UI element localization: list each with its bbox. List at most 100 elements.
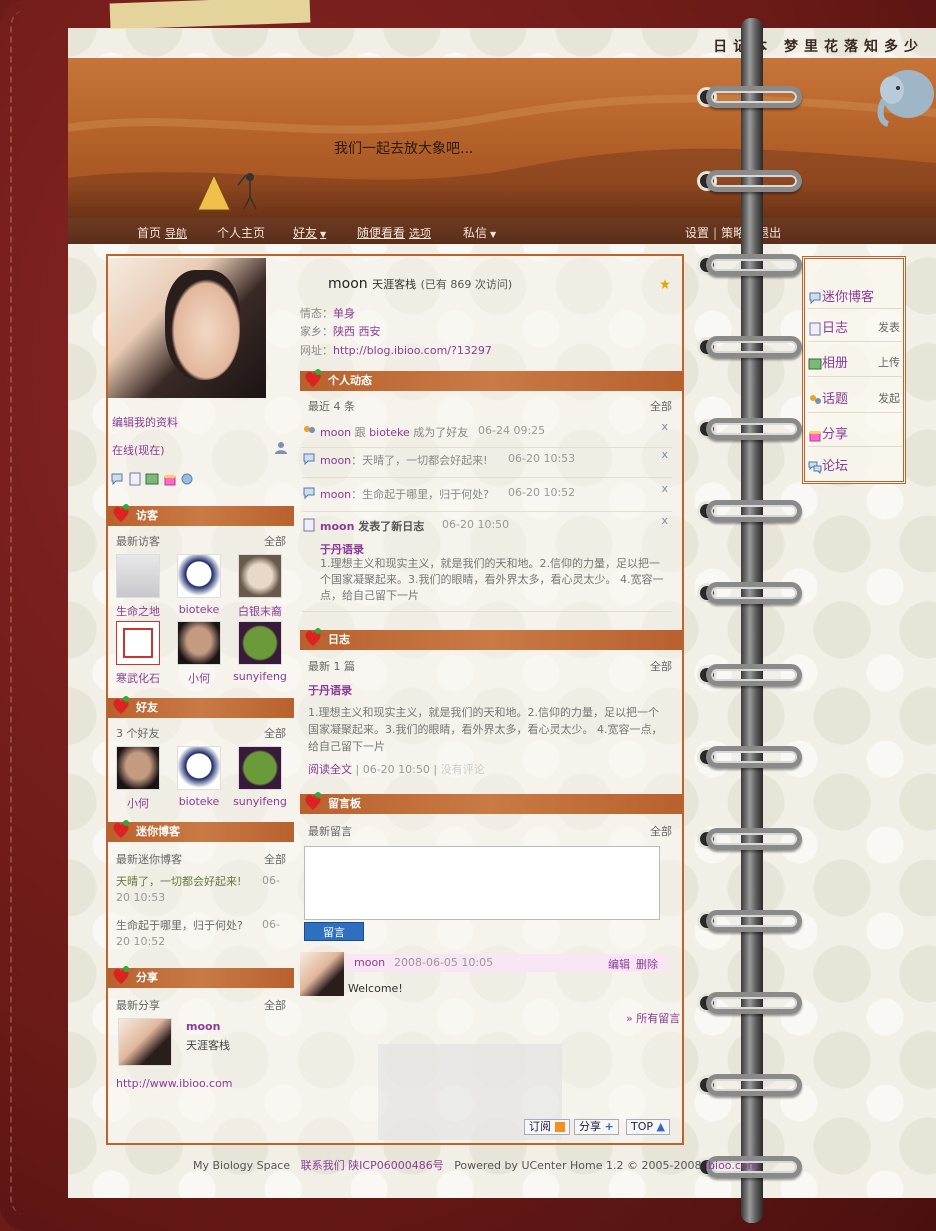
binder-ring [706,582,802,604]
nav-home[interactable]: 首页 导航 [137,224,187,241]
sidebar-item-diary[interactable]: 日志 [808,317,848,336]
close-icon[interactable]: x [661,448,668,461]
share-link[interactable]: http://www.ibioo.com [116,1077,233,1090]
visitor-name[interactable]: 寒武化石 [108,670,168,686]
sidebar-item-forum[interactable]: 论坛 [808,455,848,474]
visitor-name[interactable]: 白银末裔 [230,603,290,619]
footer-icp-link[interactable]: 陕ICP06000486号 [348,1159,444,1172]
close-icon[interactable]: x [661,420,668,433]
comment-icon[interactable] [110,472,124,486]
nav-browse-sub[interactable]: 选项 [409,227,431,240]
visitor-avatar[interactable] [238,554,282,598]
edit-profile-link[interactable]: 编辑我的资料 [112,414,178,430]
photo-icon [808,358,822,369]
gift-icon[interactable] [163,472,177,486]
guestbook-all-link[interactable]: 全部 [650,823,672,839]
feed-item: moon 跟 bioteke 成为了好友 06-24 09:25 x [302,418,672,448]
visitor-name[interactable]: 生命之地 [108,603,168,619]
binder-ring [706,664,802,686]
diary-comments[interactable]: 没有评论 [441,763,485,776]
nav-friends[interactable]: 好友 ▼ [293,224,326,241]
friends-header: 好友 [108,696,294,718]
friend-name[interactable]: bioteke [169,795,229,808]
friends-all-link[interactable]: 全部 [264,725,286,741]
visitor-name[interactable]: sunyifeng [230,670,290,683]
visitors-all-link[interactable]: 全部 [264,533,286,549]
guestbook-textarea[interactable] [304,846,660,920]
friend-name[interactable]: sunyifeng [230,795,290,808]
user-icon[interactable] [274,441,288,455]
sidebar-album-upload-link[interactable]: 上传 [878,354,900,370]
feed-all-link[interactable]: 全部 [650,398,672,414]
mini-blog-subheader: 最新迷你博客 全部 [116,851,286,867]
guestbook-delete-link[interactable]: 删除 [636,956,658,972]
guestbook-header: 留言板 [300,792,682,814]
sidebar-item-share[interactable]: 分享 [808,423,848,442]
binder-ring [706,336,802,358]
sidebar-topics-start-link[interactable]: 发起 [878,390,900,406]
photo-icon[interactable] [145,472,159,486]
subscribe-button[interactable]: 订阅 [524,1119,570,1135]
visitor-avatar[interactable] [177,554,221,598]
sidebar-item-album[interactable]: 相册 [808,352,848,371]
share-user[interactable]: moon [186,1020,220,1033]
binder-ring [706,746,802,768]
heart-icon [113,820,129,838]
share-avatar[interactable] [118,1018,172,1066]
read-more-link[interactable]: 阅读全文 [308,763,352,776]
plus-icon: + [604,1120,614,1133]
nav-messages[interactable]: 私信 ▼ [463,224,496,241]
poke-icon[interactable] [180,472,194,486]
guestbook-submit-button[interactable]: 留言 [304,922,364,941]
binder-ring [706,828,802,850]
guestbook-entry-bar: moon 2008-06-05 10:05 编辑 删除 [346,954,668,972]
diary-post-title[interactable]: 于丹语录 [308,682,352,698]
all-messages-link[interactable]: » 所有留言 [626,1010,680,1026]
profile-url-link[interactable]: http://blog.ibioo.com/?13297 [333,344,492,357]
star-icon[interactable] [660,279,670,289]
friend-avatar[interactable] [177,746,221,790]
sidebar-diary-post-link[interactable]: 发表 [878,319,900,335]
feed-subheader: 最近 4 条全部 [308,398,672,414]
nav-personal-home[interactable]: 个人主页 [217,224,265,241]
diary-all-link[interactable]: 全部 [650,658,672,674]
share-button[interactable]: 分享 + [574,1119,619,1135]
mini-blog-item-time: 06- [262,918,280,931]
friend-name[interactable]: 小何 [108,795,168,811]
visitor-avatar[interactable] [116,621,160,665]
friends-icon [304,426,315,433]
top-button[interactable]: TOP ▲ [626,1119,670,1135]
footer-brand-link[interactable]: ibioo.com [705,1159,758,1172]
profile-avatar-face [165,270,240,380]
footer-contact-link[interactable]: 联系我们 [301,1159,345,1172]
doc-icon [303,518,315,532]
close-icon[interactable]: x [661,482,668,495]
visitor-avatar[interactable] [177,621,221,665]
guestbook-entry-avatar[interactable] [300,952,344,996]
sidebar-item-topics[interactable]: 话题 [808,388,848,407]
visitors-subheader: 最新访客 全部 [116,533,286,549]
nav-home-sub[interactable]: 导航 [165,227,187,240]
share-all-link[interactable]: 全部 [264,997,286,1013]
nav-settings[interactable]: 设置 [685,226,709,240]
feed-post-title[interactable]: 于丹语录 [320,541,364,557]
guestbook-entry-user[interactable]: moon [354,956,385,969]
close-icon[interactable]: x [661,514,668,527]
nav-browse[interactable]: 随便看看 选项 [357,224,431,241]
heart-icon [305,369,321,387]
arrow-up-icon: ▲ [656,1120,665,1133]
visitor-avatar[interactable] [116,554,160,598]
profile-name: moon [328,276,368,292]
heart-icon [305,792,321,810]
visitor-avatar[interactable] [238,621,282,665]
doc-icon[interactable] [128,472,142,486]
sidebar-item-mini-blog[interactable]: 迷你博客 [808,286,874,305]
sidebar-divider [808,446,902,447]
visitor-name[interactable]: 小何 [169,670,229,686]
visitor-name[interactable]: bioteke [169,603,229,616]
mini-blog-all-link[interactable]: 全部 [264,851,286,867]
guestbook-edit-link[interactable]: 编辑 [608,956,630,972]
friend-avatar[interactable] [116,746,160,790]
profile-actions-row [110,472,220,488]
friend-avatar[interactable] [238,746,282,790]
